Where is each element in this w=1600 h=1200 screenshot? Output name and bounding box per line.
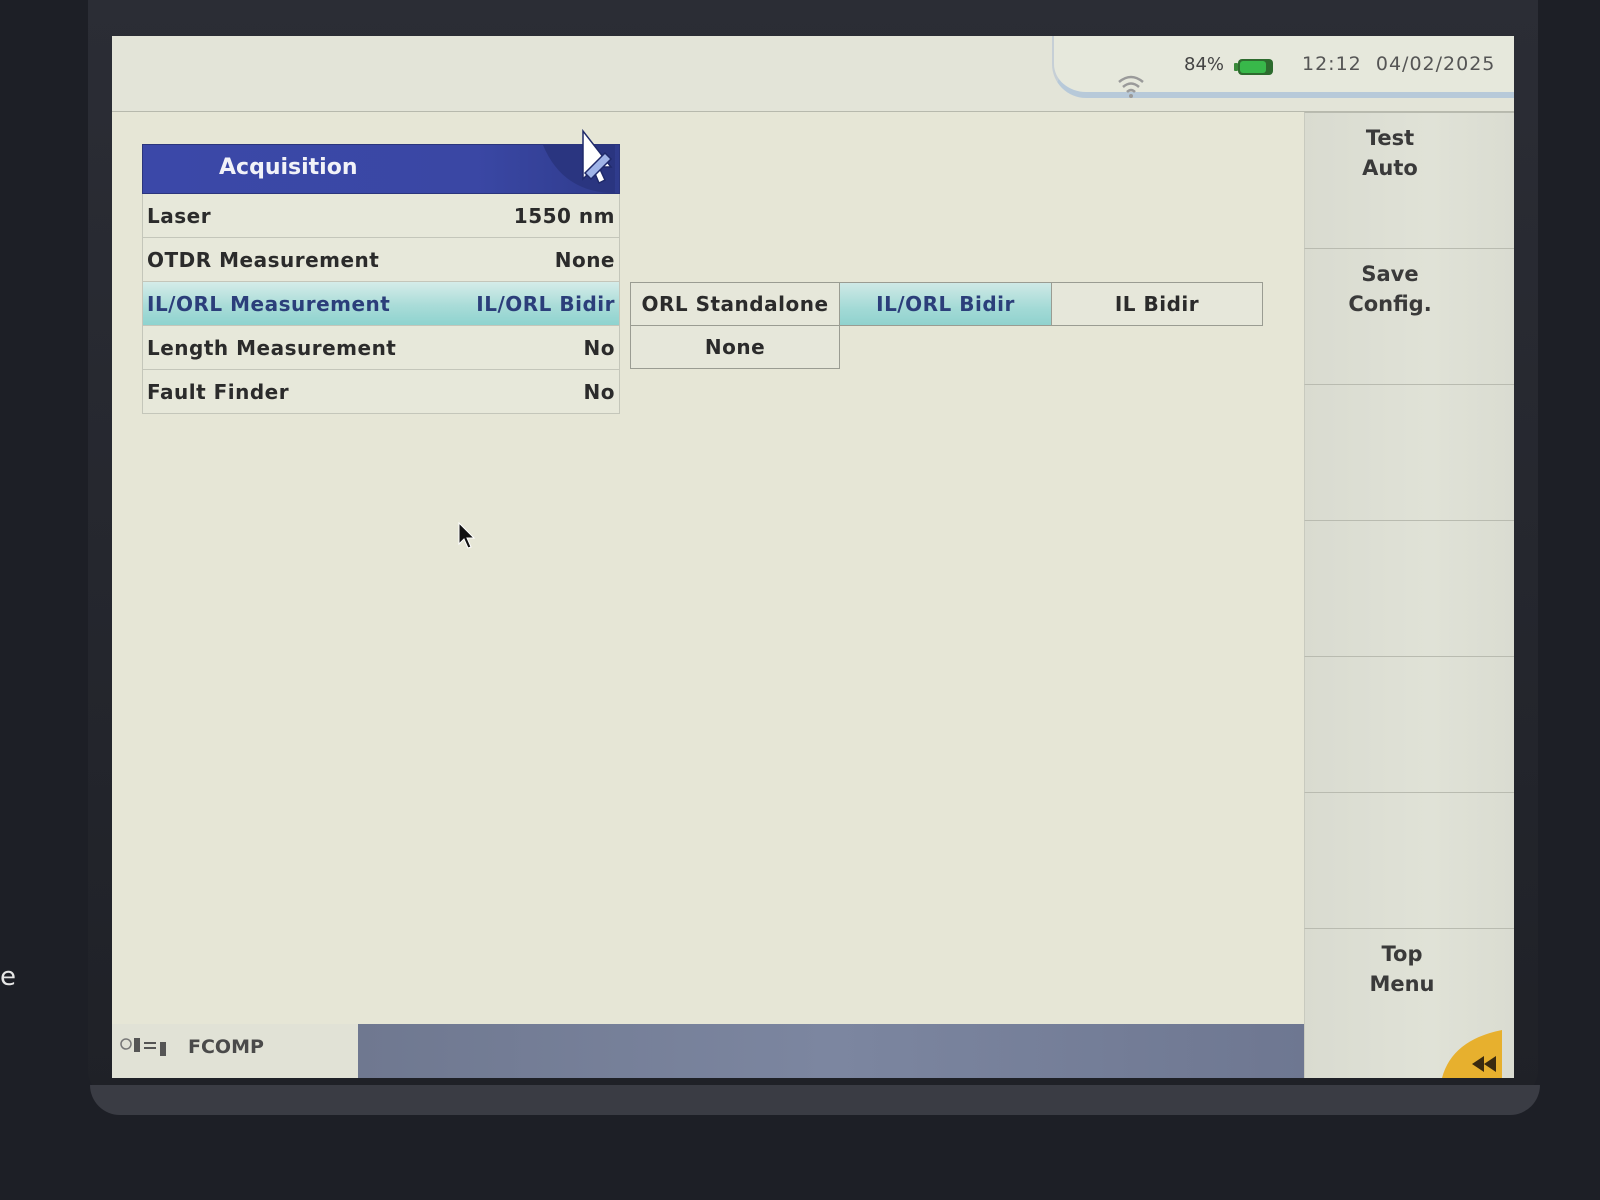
acquisition-title: Acquisition <box>219 155 358 180</box>
option-il-bidir[interactable]: IL Bidir <box>1051 282 1263 326</box>
row-label: Laser <box>147 204 212 228</box>
softkey-empty-3[interactable] <box>1304 384 1514 520</box>
row-value: 1550 nm <box>513 204 615 228</box>
time: 12:12 <box>1302 53 1362 75</box>
row-value: IL/ORL Bidir <box>476 292 615 316</box>
back-arrow-icon[interactable] <box>1442 1030 1502 1078</box>
bottom-bar-fill <box>358 1024 1304 1078</box>
side-letter: e <box>0 962 16 992</box>
acquisition-rows: Laser 1550 nm OTDR Measurement None IL/O… <box>142 194 620 414</box>
device-bezel-bottom <box>90 1085 1540 1115</box>
battery-percent: 84% <box>1184 54 1225 75</box>
date: 04/02/2025 <box>1375 53 1496 75</box>
option-none[interactable]: None <box>630 325 840 369</box>
option-orl-standalone[interactable]: ORL Standalone <box>630 282 840 326</box>
battery-icon <box>1234 59 1273 75</box>
row-label: Length Measurement <box>147 336 397 360</box>
clock: 12:12 04/02/2025 <box>1302 53 1495 75</box>
softkey-empty-6[interactable] <box>1304 792 1514 928</box>
fiber-connection-icon <box>120 1038 166 1056</box>
row-value: No <box>583 336 615 360</box>
row-label: Fault Finder <box>147 380 290 404</box>
status-bar: 84% 12:12 04/02/2025 <box>112 36 1514 112</box>
row-length-measurement[interactable]: Length Measurement No <box>142 326 620 370</box>
softkey-label: Top Menu <box>1369 942 1435 996</box>
option-il-orl-bidir[interactable]: IL/ORL Bidir <box>839 282 1052 326</box>
softkey-test-auto[interactable]: Test Auto <box>1304 112 1514 248</box>
softkey-label: Test Auto <box>1362 126 1418 180</box>
acquisition-header[interactable]: Acquisition <box>142 128 620 194</box>
softkey-label: Save Config. <box>1348 262 1432 316</box>
row-laser[interactable]: Laser 1550 nm <box>142 194 620 238</box>
row-value: No <box>583 380 615 404</box>
cursor-icon <box>458 522 476 549</box>
row-label: OTDR Measurement <box>147 248 380 272</box>
wifi-icon <box>1118 75 1144 98</box>
profile-area[interactable]: FCOMP <box>112 1024 358 1078</box>
softkey-save-config[interactable]: Save Config. <box>1304 248 1514 384</box>
bottom-bar: FCOMP <box>112 1024 1304 1078</box>
row-value: None <box>554 248 615 272</box>
row-label: IL/ORL Measurement <box>147 292 391 316</box>
row-il-orl-measurement[interactable]: IL/ORL Measurement IL/ORL Bidir <box>142 282 620 326</box>
softkey-empty-4[interactable] <box>1304 520 1514 656</box>
row-otdr-measurement[interactable]: OTDR Measurement None <box>142 238 620 282</box>
screen: 84% 12:12 04/02/2025 Acquisition Laser 1… <box>112 36 1514 1078</box>
softkey-panel: Test Auto Save Config. Top Menu <box>1304 112 1514 1078</box>
edit-settings-icon[interactable] <box>543 127 615 193</box>
row-fault-finder[interactable]: Fault Finder No <box>142 370 620 414</box>
softkey-empty-5[interactable] <box>1304 656 1514 792</box>
profile-name: FCOMP <box>188 1036 264 1058</box>
